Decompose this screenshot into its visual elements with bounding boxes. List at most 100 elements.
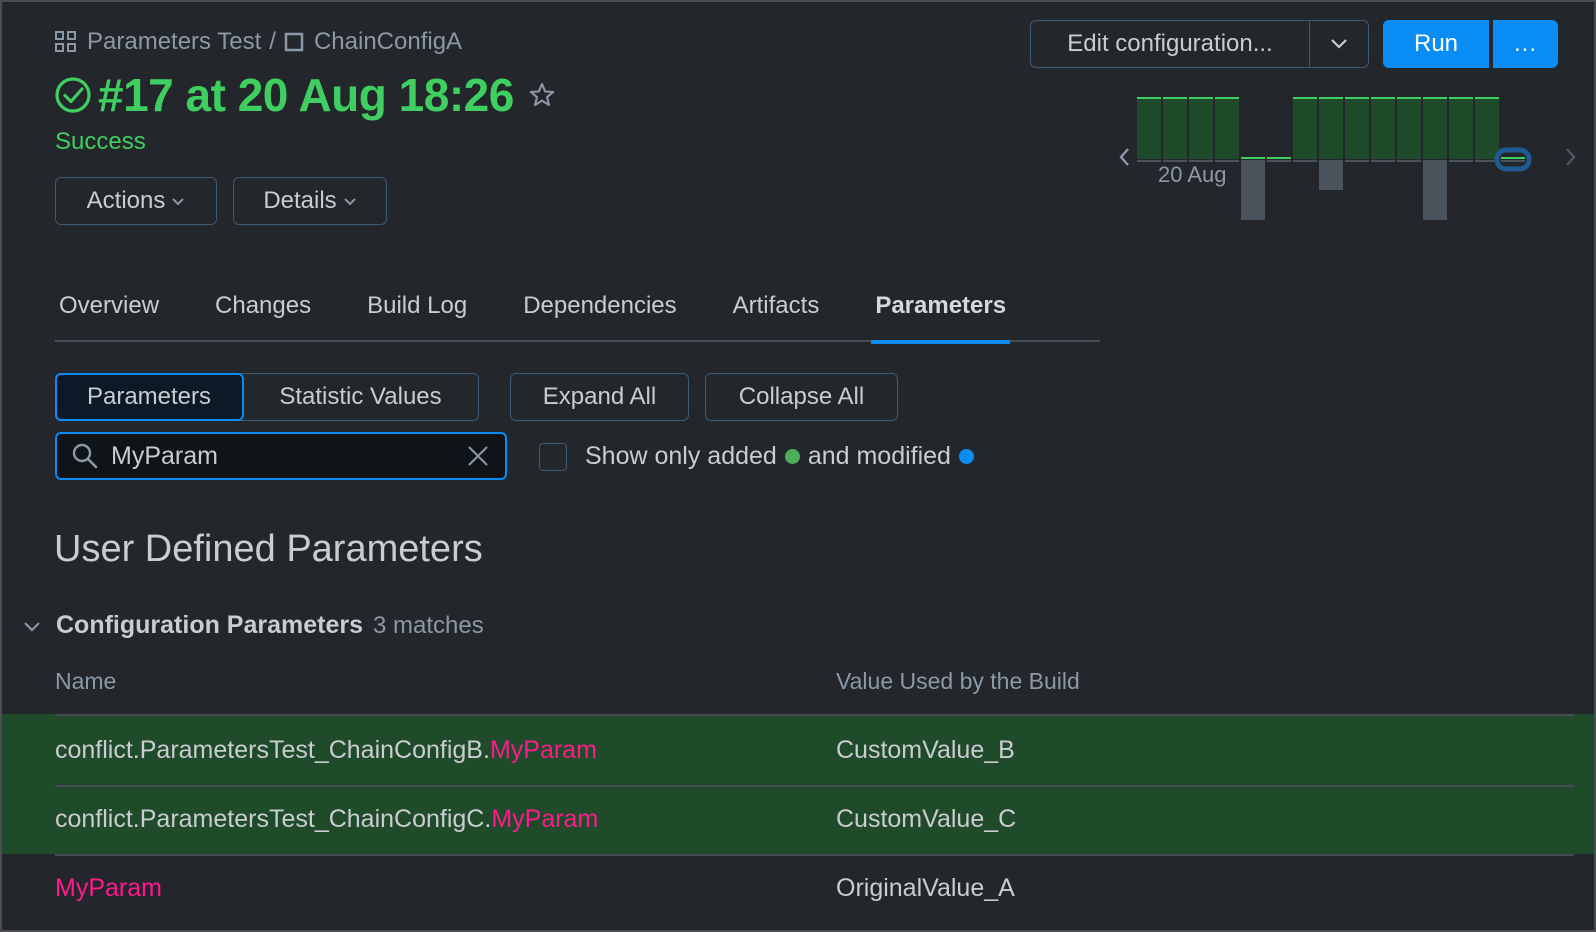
history-bar-cap <box>1475 97 1499 99</box>
history-bar-cap <box>1137 97 1161 99</box>
history-bar-cap <box>1501 157 1525 159</box>
run-options-button[interactable]: ... <box>1493 20 1558 68</box>
parameter-value: OriginalValue_A <box>836 874 1015 902</box>
build-page-window: Parameters Test / ChainConfigA #17 at 20… <box>2 2 1594 930</box>
build-config-icon <box>284 32 304 52</box>
favorite-star-icon[interactable] <box>528 81 556 109</box>
history-bar <box>1215 99 1239 159</box>
search-match-highlight: MyParam <box>491 805 599 833</box>
parameter-value: CustomValue_B <box>836 736 1015 764</box>
row-divider <box>55 714 1574 716</box>
parameters-table: conflict.ParametersTest_ChainConfigB. MyP… <box>2 714 1594 925</box>
history-bar-cap <box>1189 97 1213 99</box>
tab-overview[interactable]: Overview <box>55 286 163 342</box>
build-status: Success <box>55 128 146 155</box>
history-duration-bar <box>1423 160 1447 220</box>
added-indicator-dot <box>784 449 800 464</box>
tab-build-log[interactable]: Build Log <box>363 286 471 342</box>
history-duration-bar <box>1241 160 1265 220</box>
tab-label: Changes <box>215 292 312 319</box>
actions-dropdown[interactable]: Actions <box>55 177 217 225</box>
build-title: #17 at 20 Aug 18:26 <box>98 69 514 121</box>
history-bar-cap <box>1319 97 1343 99</box>
table-row: conflict.ParametersTest_ChainConfigC.MyP… <box>2 785 1594 854</box>
history-bar-baseline <box>1267 160 1291 162</box>
history-date-label: 20 Aug <box>1158 162 1227 187</box>
table-row: conflict.ParametersTest_ChainConfigB.MyP… <box>2 714 1594 785</box>
history-bar-baseline <box>1449 160 1473 162</box>
configuration-parameters-group-header[interactable]: Configuration Parameters 3 matches <box>22 611 484 640</box>
tab-label: Build Log <box>367 292 468 319</box>
history-bar-cap <box>1345 97 1369 99</box>
parameter-name-prefix: conflict.ParametersTest_ChainConfigC. <box>55 805 492 833</box>
history-selected-marker <box>1494 147 1532 172</box>
history-bar <box>1345 99 1369 159</box>
chevron-right-icon <box>1566 148 1576 166</box>
tab-dependencies[interactable]: Dependencies <box>519 286 680 342</box>
chevron-down-icon <box>24 621 40 632</box>
filter-label-modified: and modified <box>807 442 951 470</box>
tab-artifacts[interactable]: Artifacts <box>729 286 824 342</box>
history-bar <box>1449 99 1473 159</box>
breadcrumb-config-link[interactable]: ChainConfigA <box>314 28 462 56</box>
tab-parameters[interactable]: Parameters <box>871 286 1010 344</box>
history-bar-cap <box>1267 157 1291 159</box>
history-bar-cap <box>1397 97 1421 99</box>
expand-all-button[interactable]: Expand All <box>510 373 689 421</box>
history-bar <box>1371 99 1395 159</box>
breadcrumb-separator: / <box>269 28 276 55</box>
parameter-name-prefix: conflict.ParametersTest_ChainConfigB. <box>55 736 490 764</box>
history-duration-bar <box>1319 160 1343 190</box>
filter-label-added: Show only added <box>585 442 777 470</box>
search-input[interactable]: MyParam <box>111 442 463 471</box>
actions-label: Actions <box>86 187 166 214</box>
history-bar-baseline <box>1371 160 1395 162</box>
group-match-count: 3 matches <box>373 611 484 639</box>
history-bar <box>1423 99 1447 159</box>
success-check-icon <box>55 77 91 113</box>
tab-label: Artifacts <box>732 292 820 319</box>
tab-label: Dependencies <box>523 292 677 319</box>
view-toggle-parameters[interactable]: Parameters <box>54 372 244 421</box>
tab-label: Parameters <box>875 292 1007 319</box>
details-dropdown[interactable]: Details <box>233 177 387 225</box>
run-button[interactable]: Run <box>1383 20 1489 68</box>
search-icon <box>72 443 98 469</box>
edit-configuration-dropdown-button[interactable] <box>1310 21 1368 67</box>
row-divider <box>55 854 1574 856</box>
column-header-name: Name <box>55 668 117 694</box>
history-bar-cap <box>1293 97 1317 99</box>
parameter-name: MyParam <box>55 874 162 903</box>
history-bar <box>1293 99 1317 159</box>
history-bar-cap <box>1215 97 1239 99</box>
tab-changes[interactable]: Changes <box>211 286 315 342</box>
chevron-down-icon <box>1331 39 1347 49</box>
breadcrumb-project-link[interactable]: Parameters Test <box>87 28 261 56</box>
added-modified-filter: Show only added and modified <box>539 442 982 471</box>
close-icon <box>468 446 488 466</box>
chevron-down-icon <box>343 196 357 206</box>
history-bar <box>1475 99 1499 159</box>
edit-configuration-button[interactable]: Edit configuration... <box>1031 21 1310 67</box>
history-bar-cap <box>1241 157 1265 159</box>
history-bar <box>1397 99 1421 159</box>
history-bar-cap <box>1449 97 1473 99</box>
clear-search-button[interactable] <box>463 441 493 471</box>
chevron-down-icon <box>171 196 185 206</box>
history-next-button[interactable] <box>1564 146 1584 170</box>
parameter-search-field[interactable]: MyParam <box>55 432 507 480</box>
view-toggle-statistic-values[interactable]: Statistic Values <box>244 374 478 419</box>
collapse-all-button[interactable]: Collapse All <box>705 373 898 421</box>
column-header-value: Value Used by the Build <box>836 668 1080 694</box>
history-bar-baseline <box>1501 160 1525 162</box>
show-only-changed-checkbox[interactable] <box>539 442 567 471</box>
table-row: MyParam OriginalValue_A <box>2 854 1594 925</box>
build-title-row: #17 at 20 Aug 18:26 <box>54 68 556 122</box>
row-divider <box>55 785 1574 787</box>
history-bar <box>1319 99 1343 159</box>
parameter-name: conflict.ParametersTest_ChainConfigB.MyP… <box>55 736 597 765</box>
history-bar-cap <box>1371 97 1395 99</box>
group-title: Configuration Parameters <box>56 611 364 639</box>
history-bar-baseline <box>1345 160 1369 162</box>
build-tabs: Overview Changes Build Log Dependencies … <box>55 286 1100 344</box>
